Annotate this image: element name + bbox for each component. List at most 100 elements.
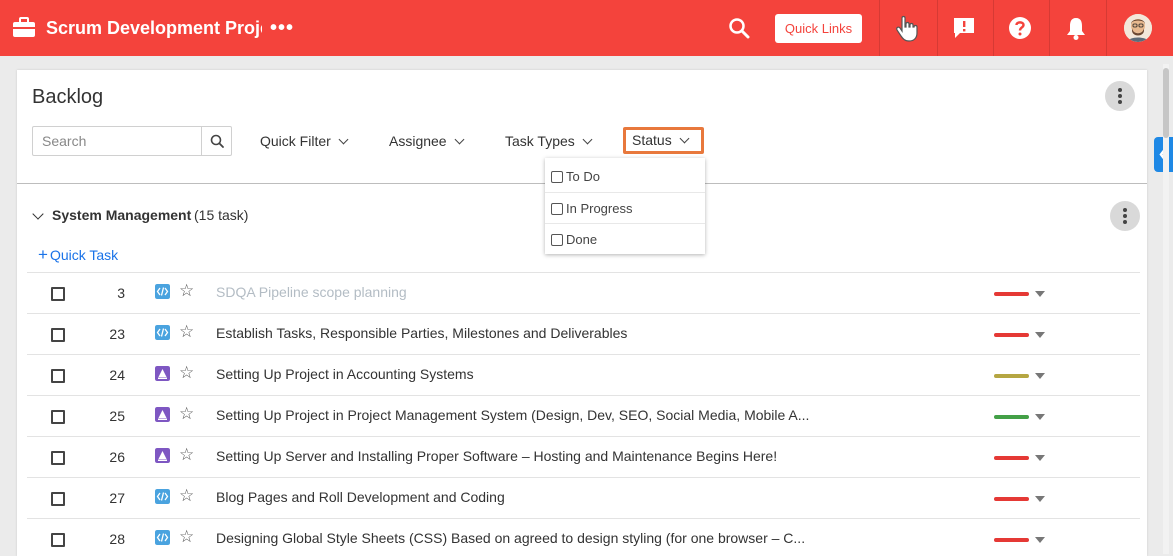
task-checkbox[interactable] [51, 492, 65, 506]
table-row[interactable]: 27 ☆ Blog Pages and Roll Development and C… [27, 477, 1140, 518]
priority-dropdown-icon[interactable] [1035, 496, 1045, 502]
task-id: 24 [109, 367, 125, 383]
collapse-chevron-icon[interactable] [32, 208, 44, 220]
priority-dropdown-icon[interactable] [1035, 455, 1045, 461]
divider [937, 0, 938, 56]
priority-indicator [994, 333, 1029, 337]
star-icon[interactable]: ☆ [179, 487, 194, 505]
table-row[interactable]: 24 ☆ Setting Up Project in Accounting Syst… [27, 354, 1140, 395]
star-icon[interactable]: ☆ [179, 528, 194, 546]
chevron-down-icon [582, 134, 593, 145]
task-id: 3 [117, 285, 125, 301]
inprogress-counter-badge: 0 [1065, 207, 1073, 219]
code-task-icon [155, 530, 170, 545]
search-button[interactable] [201, 127, 231, 155]
search-icon[interactable] [728, 17, 750, 39]
checkbox[interactable] [551, 171, 563, 183]
status-label: Status [632, 132, 672, 148]
assignee-label: Assignee [389, 133, 447, 149]
priority-dropdown-icon[interactable] [1035, 291, 1045, 297]
star-icon[interactable]: ☆ [179, 364, 194, 382]
status-option-to-do[interactable]: To Do [545, 161, 705, 192]
chevron-down-icon [679, 133, 690, 144]
code-task-icon [155, 284, 170, 299]
status-dropdown[interactable]: Status [623, 127, 704, 154]
search-icon [210, 134, 224, 148]
task-title[interactable]: Setting Up Project in Project Management… [216, 407, 809, 423]
code-task-icon [155, 325, 170, 340]
table-row[interactable]: 26 ☆ Setting Up Server and Installing Prop… [27, 436, 1140, 477]
table-row[interactable]: 25 ☆ Setting Up Project in Project Managem… [27, 395, 1140, 436]
priority-dropdown-icon[interactable] [1035, 537, 1045, 543]
table-row[interactable]: 3 ☆ SDQA Pipeline scope planning [27, 272, 1140, 313]
milestone-task-icon [155, 448, 170, 463]
status-option-label: Done [566, 232, 598, 247]
assignee-dropdown[interactable]: Assignee [389, 132, 465, 150]
task-types-label: Task Types [505, 133, 575, 149]
done-counter-badge: 0 [1084, 207, 1092, 219]
backlog-menu-icon[interactable] [1105, 81, 1135, 111]
star-icon[interactable]: ☆ [179, 405, 194, 423]
star-icon[interactable]: ☆ [179, 282, 194, 300]
quick-task-label: Quick Task [49, 247, 119, 263]
status-option-in-progress[interactable]: In Progress [545, 192, 705, 223]
star-icon[interactable]: ☆ [179, 323, 194, 341]
task-checkbox[interactable] [51, 533, 65, 547]
group-title[interactable]: System Management [52, 207, 191, 223]
task-title[interactable]: Establish Tasks, Responsible Parties, Mi… [216, 325, 627, 341]
task-id: 25 [109, 408, 125, 424]
task-id: 28 [109, 531, 125, 547]
help-icon[interactable] [1007, 14, 1033, 42]
quick-links-button[interactable]: Quick Links [775, 14, 862, 43]
task-checkbox[interactable] [51, 328, 65, 342]
avatar[interactable] [1124, 14, 1152, 42]
quick-filter-dropdown[interactable]: Quick Filter [260, 132, 349, 150]
quick-task-button[interactable]: + Quick Task [38, 245, 118, 265]
status-option-label: To Do [566, 169, 600, 184]
table-row[interactable]: 28 ☆ Designing Global Style Sheets (CSS) B… [27, 518, 1140, 556]
divider [879, 0, 880, 56]
table-row[interactable]: 23 ☆ Establish Tasks, Responsible Parties,… [27, 313, 1140, 354]
priority-indicator [994, 292, 1029, 296]
feedback-icon[interactable] [951, 14, 977, 42]
milestone-task-icon [155, 407, 170, 422]
chevron-down-icon [454, 134, 465, 145]
bell-icon[interactable] [1063, 14, 1089, 42]
page-title: Backlog [32, 86, 104, 108]
priority-indicator [994, 497, 1029, 501]
priority-indicator [994, 538, 1029, 542]
hand-pointer-icon[interactable] [893, 14, 919, 42]
checkbox[interactable] [551, 203, 563, 215]
priority-dropdown-icon[interactable] [1035, 373, 1045, 379]
star-icon[interactable]: ☆ [179, 446, 194, 464]
backlog-panel: Backlog Quick Filter Assignee Task Types… [17, 70, 1147, 556]
search-box [32, 126, 232, 156]
divider [1049, 0, 1050, 56]
priority-indicator [994, 415, 1029, 419]
top-bar: Scrum Development Project ••• Quick Link… [0, 0, 1173, 56]
search-input[interactable] [33, 127, 201, 155]
project-title[interactable]: Scrum Development Project [46, 17, 262, 41]
task-title[interactable]: SDQA Pipeline scope planning [216, 284, 407, 300]
task-title[interactable]: Setting Up Server and Installing Proper … [216, 448, 777, 464]
priority-dropdown-icon[interactable] [1035, 414, 1045, 420]
checkbox[interactable] [551, 234, 563, 246]
quick-filter-label: Quick Filter [260, 133, 331, 149]
scrollbar-thumb[interactable] [1163, 68, 1169, 138]
divider [1106, 0, 1107, 56]
task-checkbox[interactable] [51, 287, 65, 301]
chevron-down-icon [338, 134, 349, 145]
group-menu-icon[interactable] [1110, 201, 1140, 231]
status-option-done[interactable]: Done [545, 223, 705, 254]
task-title[interactable]: Setting Up Project in Accounting Systems [216, 366, 474, 382]
task-id: 27 [109, 490, 125, 506]
task-types-dropdown[interactable]: Task Types [505, 132, 593, 150]
task-title[interactable]: Blog Pages and Roll Development and Codi… [216, 489, 505, 505]
priority-indicator [994, 456, 1029, 460]
task-title[interactable]: Designing Global Style Sheets (CSS) Base… [216, 530, 805, 546]
task-checkbox[interactable] [51, 410, 65, 424]
more-icon[interactable]: ••• [270, 18, 294, 38]
priority-dropdown-icon[interactable] [1035, 332, 1045, 338]
task-checkbox[interactable] [51, 369, 65, 383]
task-checkbox[interactable] [51, 451, 65, 465]
